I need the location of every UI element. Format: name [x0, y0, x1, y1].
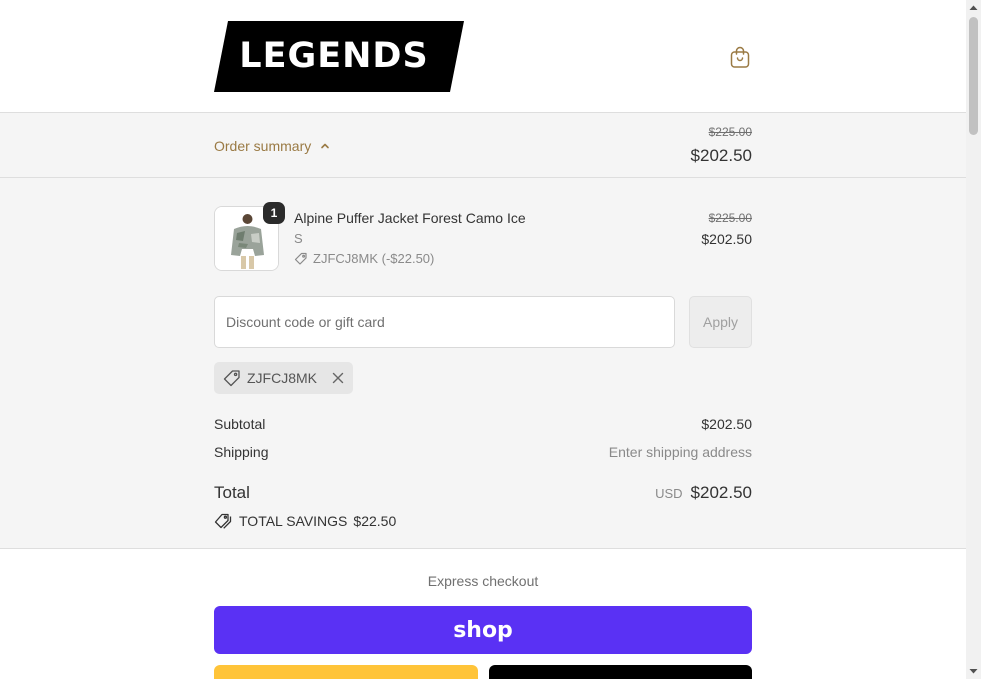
shopping-bag-icon[interactable]	[728, 45, 752, 69]
savings-label: TOTAL SAVINGS	[239, 513, 348, 529]
shipping-value: Enter shipping address	[608, 444, 752, 460]
tags-icon	[214, 513, 232, 529]
shop-pay-button[interactable]: shop	[214, 606, 752, 654]
chevron-up-icon	[321, 143, 330, 149]
product-variant: S	[294, 231, 303, 246]
total-currency: USD	[655, 486, 683, 501]
quantity-badge: 1	[263, 202, 285, 224]
order-summary-toggle[interactable]: Order summary	[214, 136, 331, 156]
total-value: USD $202.50	[655, 483, 752, 503]
google-pay-button[interactable]	[489, 665, 752, 679]
tag-icon	[294, 252, 307, 265]
summary-total: $202.50	[690, 146, 752, 165]
logo-text: LEGENDS	[239, 36, 429, 76]
product-original-price: $225.00	[708, 211, 752, 225]
header: LEGENDS	[0, 0, 966, 113]
scroll-down-arrow-icon[interactable]	[966, 664, 981, 679]
close-icon[interactable]	[331, 371, 345, 385]
applied-code-chip: ZJFCJ8MK	[214, 362, 353, 394]
apply-discount-button[interactable]: Apply	[689, 296, 752, 348]
paypal-button[interactable]	[214, 665, 478, 679]
subtotal-value: $202.50	[701, 416, 752, 432]
order-summary-bar: Order summary $225.00 $202.50	[0, 113, 966, 178]
shipping-label: Shipping	[214, 444, 269, 460]
product-discount: ZJFCJ8MK (-$22.50)	[294, 251, 434, 266]
order-summary-label: Order summary	[214, 138, 312, 154]
total-savings: TOTAL SAVINGS $22.50	[214, 513, 396, 529]
product-title: Alpine Puffer Jacket Forest Camo Ice	[294, 210, 526, 226]
discount-code-input[interactable]	[214, 296, 675, 348]
vertical-scrollbar[interactable]	[966, 0, 981, 679]
total-amount: $202.50	[690, 483, 752, 502]
product-price: $202.50	[701, 231, 752, 247]
scroll-up-arrow-icon[interactable]	[966, 0, 981, 15]
express-checkout-label: Express checkout	[427, 573, 539, 589]
applied-code-text: ZJFCJ8MK	[247, 370, 317, 386]
subtotal-label: Subtotal	[214, 416, 266, 432]
scrollbar-thumb[interactable]	[969, 17, 978, 135]
product-discount-text: ZJFCJ8MK (-$22.50)	[313, 251, 435, 266]
order-summary-panel: 1 Alpine Puffer Jacket Forest Camo Ice S…	[0, 178, 966, 549]
savings-value: $22.50	[353, 513, 397, 529]
summary-original-total: $225.00	[708, 125, 752, 139]
total-label: Total	[214, 483, 250, 502]
tag-icon	[223, 370, 240, 387]
brand-logo[interactable]: LEGENDS	[214, 21, 464, 92]
checkout-page: LEGENDS Order summary $225.00 $202.50 1 …	[0, 0, 966, 679]
